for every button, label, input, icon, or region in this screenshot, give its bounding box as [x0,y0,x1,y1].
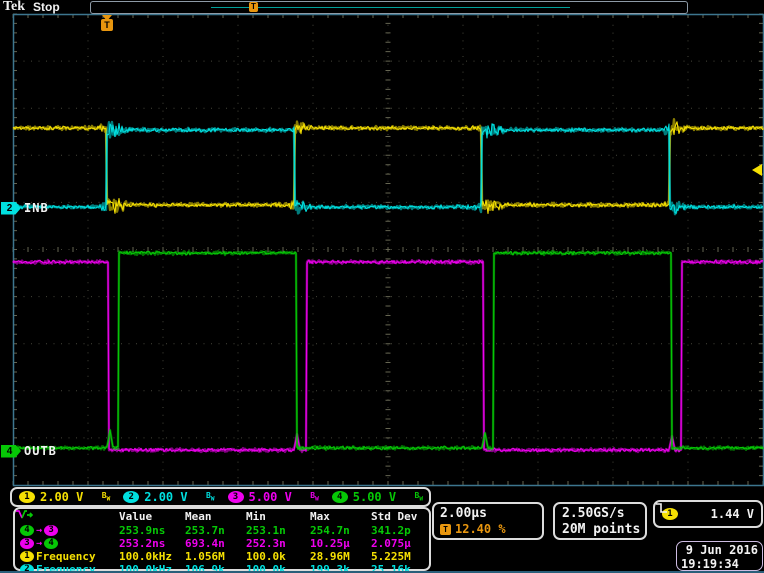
meas-value: 253.9ns [119,524,185,537]
meas-stddev: 5.225M [371,550,431,563]
record-view-bar[interactable]: T [90,1,688,14]
channel3-badge: 3 [20,538,34,549]
header-stddev: Std Dev [371,510,431,524]
measurement-row-ch1-frequency[interactable]: 1 Frequency 100.0kHz 1.056M 100.0k 28.96… [18,550,429,563]
channel3-scale[interactable]: 3 5.00 V BW [221,490,325,504]
meas-stddev: 2.075µ [371,537,431,550]
date: 9 Jun 2016 [681,543,758,557]
channel3-badge: 3 [44,525,58,536]
horizontal-position: 12.40 % [455,522,506,536]
channel2-marker[interactable]: 2 INB [1,201,49,215]
delay-measurement-icon [15,509,35,521]
meas-mean: 253.7n [185,524,246,537]
bandwidth-limit-icon: BW [206,491,214,503]
acquisition-box[interactable]: 2.50GS/s 20M points [553,502,647,540]
sample-rate: 2.50GS/s [562,506,645,522]
meas-max: 28.96M [310,550,371,563]
header-mean: Mean [185,510,246,524]
measurement-row-delay-4-3[interactable]: 4 → 3 253.9ns 253.7n 253.1n 254.7n 341.2… [18,524,429,537]
channel1-scale[interactable]: 1 2.00 V BW [12,490,116,504]
meas-value: 253.2ns [119,537,185,550]
channel4-badge[interactable]: 4 [332,491,348,503]
channel3-badge[interactable]: 3 [228,491,244,503]
measurements-header-row: Value Mean Min Max Std Dev [18,510,429,524]
header-value: Value [119,510,185,524]
channel4-scale[interactable]: 4 5.00 V BW [325,490,429,504]
time-per-division: 2.00µs [440,506,542,521]
bandwidth-limit-icon: BW [310,491,318,503]
acquisition-status: Stop [33,0,60,14]
trigger-level-arrow-icon[interactable] [752,164,762,176]
channel2-scale[interactable]: 2 2.00 V BW [116,490,220,504]
channel4-badge[interactable]: 4 [1,445,21,458]
channel4-marker[interactable]: 4 OUTB [1,444,57,458]
tek-logo: Tek [3,0,25,15]
arrow-icon: → [36,525,42,536]
channel2-badge[interactable]: 2 [1,202,21,215]
trigger-icon: T [440,524,451,535]
channel4-badge: 4 [44,538,58,549]
channel2-badge[interactable]: 2 [123,491,139,503]
channel4-volts-per-div: 5.00 V [353,490,396,504]
meas-min: 253.1n [246,524,310,537]
bandwidth-limit-icon: BW [102,491,110,503]
channel1-volts-per-div: 2.00 V [40,490,83,504]
time: 19:19:34 [681,557,758,571]
measurement-row-delay-3-4[interactable]: 3 → 4 253.2ns 693.4n 252.3n 10.25µ 2.075… [18,537,429,550]
meas-mean: 693.4n [185,537,246,550]
meas-mean: 1.056M [185,550,246,563]
meas-min: 100.0k [246,550,310,563]
trigger-readout-box[interactable]: 1 1.44 V [653,500,763,528]
meas-min: 252.3n [246,537,310,550]
header-max: Max [310,510,371,524]
meas-max: 10.25µ [310,537,371,550]
channel4-label: OUTB [24,444,57,458]
channel1-badge: 1 [20,551,34,562]
channel1-badge[interactable]: 1 [19,491,35,503]
arrow-icon: → [36,538,42,549]
record-trigger-icon[interactable]: T [249,2,258,12]
trigger-position-flag-icon[interactable]: T [101,19,113,31]
record-length: 20M points [562,522,645,538]
measurement-name: Frequency [36,550,96,563]
channel2-label: INB [24,201,49,215]
bandwidth-limit-icon: BW [415,491,423,503]
meas-value: 100.0kHz [119,550,185,563]
falling-edge-icon [655,502,671,514]
measurements-panel: Value Mean Min Max Std Dev 4 → 3 253.9ns… [13,507,431,571]
header-min: Min [246,510,310,524]
oscilloscope-screen: Tek Stop T T 2 INB 4 OUTB 1 2.00 V BW 2 … [0,0,764,573]
trigger-level: 1.44 V [711,507,754,521]
meas-stddev: 341.2p [371,524,431,537]
channel2-volts-per-div: 2.00 V [144,490,187,504]
horizontal-settings-box[interactable]: 2.00µs T 12.40 % [432,502,544,540]
meas-max: 254.7n [310,524,371,537]
datetime-box: 9 Jun 2016 19:19:34 [676,541,763,571]
channel-scale-bar[interactable]: 1 2.00 V BW 2 2.00 V BW 3 5.00 V BW 4 5.… [10,487,431,507]
channel4-badge: 4 [20,525,34,536]
record-window-indicator[interactable] [211,7,570,8]
channel3-volts-per-div: 5.00 V [249,490,292,504]
